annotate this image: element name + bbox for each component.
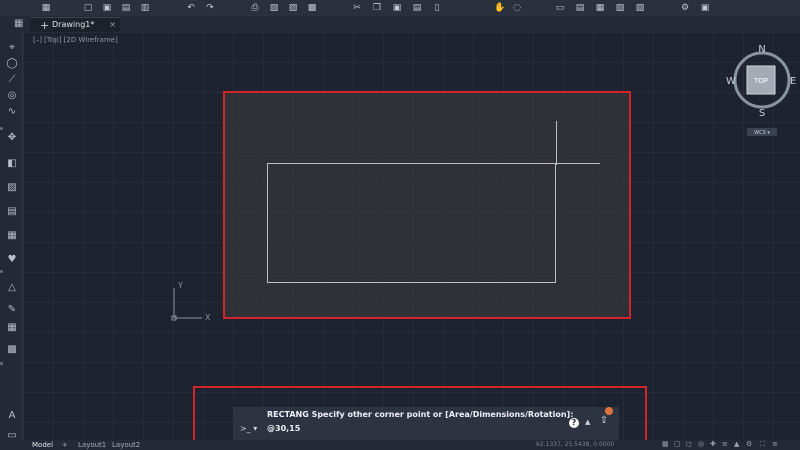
separator-dot	[0, 270, 3, 273]
settings-icon[interactable]: ⚙	[680, 3, 690, 13]
coordinates-readout: 62.1337, 25.5438, 0.0000	[536, 441, 615, 448]
command-prompt-icon[interactable]: >_ ▾	[240, 424, 257, 433]
grid-toggle-icon[interactable]: ▦	[662, 441, 669, 448]
share-doc-icon[interactable]: ▩	[307, 3, 317, 13]
cut-icon[interactable]: ✂	[352, 3, 362, 13]
pan-icon[interactable]: ✋	[494, 3, 505, 13]
new-icon[interactable]: ▢	[83, 3, 93, 13]
view-label[interactable]: [–] [Top] [2D Wireframe]	[33, 36, 118, 44]
viewcube-top-label[interactable]: TOP	[753, 77, 768, 85]
paste-icon[interactable]: ▣	[392, 3, 402, 13]
lineweight-icon[interactable]: ≡	[722, 441, 729, 448]
grid-menu-icon[interactable]: ▦	[41, 3, 51, 13]
compass-e[interactable]: E	[790, 76, 796, 87]
move-icon[interactable]: ✥	[6, 132, 18, 144]
spline-icon[interactable]: ∿	[6, 106, 18, 118]
help-icon[interactable]: ?	[569, 418, 579, 428]
layers-icon[interactable]: ▤	[575, 3, 585, 13]
viewcube[interactable]: TOP N S E W WCS ▾	[726, 42, 798, 138]
text-icon[interactable]: A	[6, 410, 18, 422]
grid-icon[interactable]: ▦	[14, 19, 24, 29]
tab-title: Drawing1*	[52, 20, 95, 29]
save-icon[interactable]: ▤	[121, 3, 131, 13]
expand-icon[interactable]: ▲	[585, 418, 590, 426]
left-toolbar: ⌖ ◯ ⟋ ◎ ∿ ✥ ◧ ▨ ▤ ▦ ♥ △ ✎ ▦ ▩ A ▭	[0, 32, 23, 450]
blocks-icon[interactable]: ▧	[615, 3, 625, 13]
compass-w[interactable]: W	[726, 76, 736, 87]
select-icon[interactable]: ⌖	[6, 42, 18, 54]
block-icon[interactable]: ▦	[6, 230, 18, 242]
share-icon[interactable]: ⇪	[598, 415, 610, 427]
ortho-icon[interactable]: ◻	[686, 441, 693, 448]
top-toolbar: ▦ ▢ ▣ ▤ ▥ ↶ ↷ ⎙ ▧ ▨ ▩ ✂ ❐ ▣ ▤ ▯ ✋ ◌ ▭ ▤ …	[0, 0, 800, 16]
close-icon[interactable]: ×	[109, 20, 116, 29]
match-properties-icon[interactable]: ▤	[412, 3, 422, 13]
tab-model[interactable]: Model	[32, 441, 53, 449]
export-icon[interactable]: ▨	[288, 3, 298, 13]
layer-props-icon[interactable]: ▦	[595, 3, 605, 13]
command-prompt-text: RECTANG Specify other corner point or [A…	[267, 410, 574, 419]
ellipse-icon[interactable]: ◎	[6, 90, 18, 102]
grid-tool-icon[interactable]: ▩	[6, 344, 18, 356]
plot-icon[interactable]: ▧	[269, 3, 279, 13]
clipboard-icon[interactable]: ▯	[432, 3, 442, 13]
polar-icon[interactable]: ◎	[698, 441, 705, 448]
menu-icon[interactable]: ≡	[772, 441, 779, 448]
crosshair-vertical	[556, 121, 557, 165]
document-tabs: ▦ + Drawing1* ×	[0, 16, 800, 32]
compass-n[interactable]: N	[758, 44, 765, 55]
tab-drawing1[interactable]: + Drawing1* ×	[30, 17, 120, 32]
array-icon[interactable]: ▦	[6, 322, 18, 334]
properties-icon[interactable]: ▤	[6, 206, 18, 218]
ucs-x-label: X	[205, 313, 211, 322]
hatch-icon[interactable]: ▨	[6, 182, 18, 194]
copy-icon[interactable]: ❐	[372, 3, 382, 13]
status-bar: Model + Layout1 Layout2 62.1337, 25.5438…	[0, 440, 800, 450]
fullscreen-icon[interactable]: ⛶	[760, 441, 767, 448]
workspace-status-icon[interactable]: ⚙	[746, 441, 753, 448]
snap-icon[interactable]: ▢	[674, 441, 681, 448]
print-icon[interactable]: ⎙	[250, 3, 260, 13]
polyline-icon[interactable]: ⟋	[6, 74, 18, 86]
workspace-icon[interactable]: ▣	[700, 3, 710, 13]
tool-icon[interactable]: ✎	[6, 304, 18, 316]
tab-layout2[interactable]: Layout2	[112, 441, 140, 449]
command-input[interactable]: @30,15	[267, 424, 300, 433]
undo-icon[interactable]: ↶	[186, 3, 196, 13]
orbit-icon[interactable]: ◌	[512, 3, 522, 13]
add-layout-icon[interactable]: +	[62, 441, 68, 449]
measure-icon[interactable]: ▭	[555, 3, 565, 13]
rectangle-shape[interactable]	[267, 163, 556, 283]
tab-layout1[interactable]: Layout1	[78, 441, 106, 449]
notification-badge	[605, 407, 613, 415]
wcs-menu[interactable]: WCS ▾	[754, 130, 770, 136]
insert-icon[interactable]: ▨	[635, 3, 645, 13]
ucs-y-label: Y	[177, 282, 183, 290]
separator-dot	[0, 127, 3, 130]
separator-dot	[0, 362, 3, 365]
open-icon[interactable]: ▣	[102, 3, 112, 13]
warning-icon[interactable]: △	[6, 282, 18, 294]
new-tab-icon[interactable]: +	[40, 19, 49, 32]
annotation-icon[interactable]: ▲	[734, 441, 741, 448]
osnap-icon[interactable]: ✚	[710, 441, 717, 448]
layer-icon[interactable]: ◧	[6, 158, 18, 170]
saveas-icon[interactable]: ▥	[140, 3, 150, 13]
heart-icon[interactable]: ♥	[6, 254, 18, 266]
ucs-icon: Y X	[171, 282, 211, 322]
circle-icon[interactable]: ◯	[6, 58, 18, 70]
compass-s[interactable]: S	[759, 108, 765, 119]
redo-icon[interactable]: ↷	[205, 3, 215, 13]
